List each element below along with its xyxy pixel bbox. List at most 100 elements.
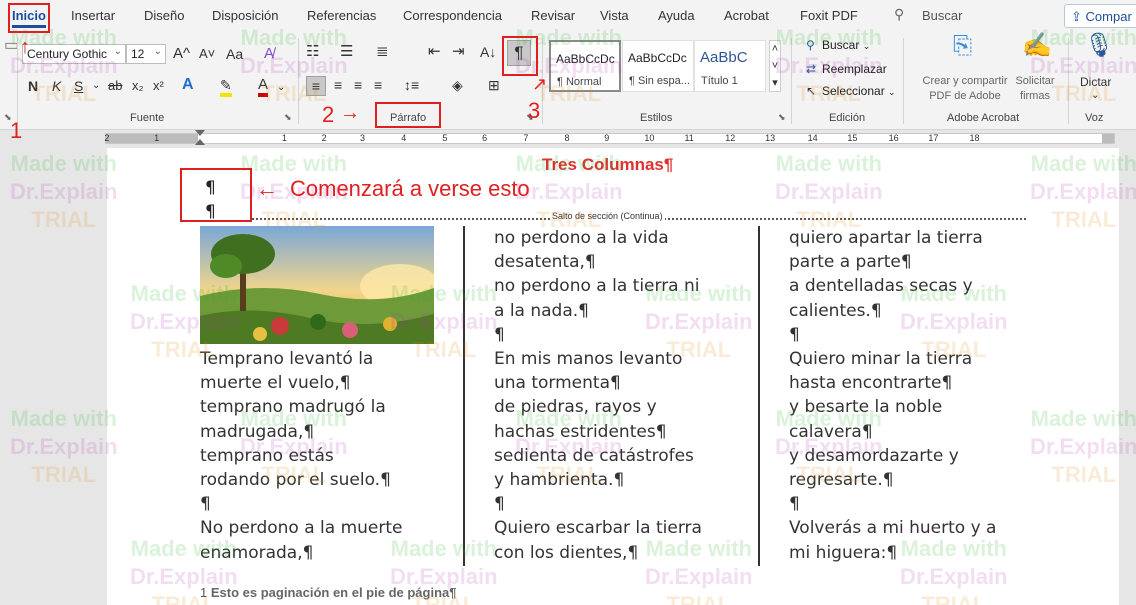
text-line[interactable]: Volverás a mi huerto y a [789, 516, 996, 540]
font-color-button[interactable]: A [258, 77, 269, 97]
text-line[interactable]: enamorada,¶ [200, 541, 403, 565]
styles-launcher-icon[interactable]: ⬊ [778, 112, 786, 123]
text-line[interactable]: y desamordazarte y [789, 444, 996, 468]
grow-font-button[interactable]: A^ [173, 46, 190, 62]
text-line[interactable]: desatenta,¶ [494, 250, 702, 274]
find-button[interactable]: ⚲ Buscar ⌄ [806, 38, 870, 52]
text-line[interactable]: una tormenta¶ [494, 371, 702, 395]
tab-diseno[interactable]: Diseño [144, 8, 184, 23]
shading-icon[interactable]: ◈ [452, 77, 463, 93]
style-heading-1[interactable]: AaBbC Título 1 [694, 40, 766, 92]
change-case-button[interactable]: Aa [226, 46, 243, 62]
dictate-dropdown-icon[interactable]: ⌄ [1091, 88, 1099, 104]
text-line[interactable]: parte a parte¶ [789, 250, 996, 274]
text-line[interactable]: temprano madrugó la [200, 395, 403, 419]
text-line[interactable]: sedienta de catástrofes [494, 444, 702, 468]
tab-disposicion[interactable]: Disposición [212, 8, 278, 23]
text-line[interactable]: de piedras, rayos y [494, 395, 702, 419]
text-line[interactable]: con los dientes,¶ [494, 541, 702, 565]
decrease-indent-icon[interactable]: ⇤ [428, 44, 441, 60]
numbering-icon[interactable]: ☰ [340, 44, 353, 60]
justify-icon[interactable]: ≡ [374, 77, 382, 93]
superscript-button[interactable]: x² [153, 78, 164, 94]
text-line[interactable]: calavera¶ [789, 420, 996, 444]
underline-dropdown-icon[interactable]: ⌄ [92, 78, 100, 94]
clear-format-icon[interactable]: A̸ [264, 46, 274, 62]
select-button[interactable]: ↖ Seleccionar ⌄ [806, 84, 896, 98]
tab-insertar[interactable]: Insertar [71, 8, 115, 23]
text-line[interactable]: No perdono a la muerte [200, 516, 403, 540]
landscape-image[interactable] [200, 226, 434, 344]
style-normal[interactable]: AaBbCcDc ¶ Normal [549, 40, 621, 92]
search-box[interactable]: ⚲ Buscar [894, 6, 1044, 26]
text-line[interactable]: En mis manos levanto [494, 347, 702, 371]
font-name-select[interactable]: Century Gothic ⌄ [22, 44, 126, 64]
text-line[interactable]: ¶ [494, 323, 702, 347]
text-line[interactable]: hasta encontrarte¶ [789, 371, 996, 395]
text-line[interactable]: ¶ [789, 492, 996, 516]
document-title[interactable]: Tres Columnas¶ [542, 155, 673, 175]
text-line[interactable]: a la nada.¶ [494, 299, 702, 323]
italic-button[interactable]: K [52, 78, 61, 94]
text-line[interactable]: no perdono a la vida [494, 226, 702, 250]
microphone-icon[interactable]: 🎙 [1084, 34, 1114, 58]
text-line[interactable]: y hambrienta.¶ [494, 468, 702, 492]
text-line[interactable]: temprano estás [200, 444, 403, 468]
share-button[interactable]: ⇪ Compar [1064, 4, 1136, 28]
horizontal-ruler[interactable]: 2 1 1 2 3 4 5 6 7 8 9 10 11 12 13 14 15 16 17 18 [0, 130, 1136, 146]
text-line[interactable]: rodando por el suelo.¶ [200, 468, 403, 492]
tab-revisar[interactable]: Revisar [531, 8, 575, 23]
text-column-2[interactable]: no perdono a la vida desatenta,¶ no perdo… [494, 226, 702, 565]
shrink-font-button[interactable]: A˅ [199, 46, 215, 62]
styles-scroll-icon[interactable]: ˄ ˅ ▾ [769, 40, 781, 92]
text-line[interactable]: y besarte la noble [789, 395, 996, 419]
page-footer[interactable]: 1 Esto es paginación en el pie de página… [200, 585, 456, 600]
underline-button[interactable]: S [74, 78, 83, 94]
tab-vista[interactable]: Vista [600, 8, 629, 23]
text-line[interactable]: ¶ [789, 323, 996, 347]
text-line[interactable]: ¶ [200, 492, 403, 516]
text-effects-button[interactable]: A [182, 77, 194, 93]
create-pdf-icon[interactable]: ⎘ [953, 34, 972, 58]
text-line[interactable]: quiero apartar la tierra [789, 226, 996, 250]
text-line[interactable]: a dentelladas secas y [789, 274, 996, 298]
sort-icon[interactable]: A↓ [480, 44, 496, 60]
text-line[interactable]: calientes.¶ [789, 299, 996, 323]
text-line[interactable]: hachas estridentes¶ [494, 420, 702, 444]
create-share-pdf-button[interactable]: Crear y compartir PDF de Adobe [915, 74, 1015, 104]
tab-acrobat[interactable]: Acrobat [724, 8, 769, 23]
font-launcher-icon[interactable]: ⬊ [284, 112, 292, 123]
text-column-3[interactable]: quiero apartar la tierra parte a parte¶ a… [789, 226, 996, 565]
text-column-1[interactable]: Temprano levantó la muerte el vuelo,¶ tem… [200, 347, 403, 565]
bold-button[interactable]: N [28, 78, 38, 94]
text-line[interactable]: madrugada,¶ [200, 420, 403, 444]
text-line[interactable]: Quiero escarbar la tierra [494, 516, 702, 540]
text-line[interactable]: ¶ [494, 492, 702, 516]
font-size-select[interactable]: 12 ⌄ [126, 44, 166, 64]
strikethrough-button[interactable]: ab [108, 78, 122, 94]
tab-foxit-pdf[interactable]: Foxit PDF [800, 8, 858, 23]
font-color-dropdown-icon[interactable]: ⌄ [277, 80, 285, 96]
text-line[interactable]: regresarte.¶ [789, 468, 996, 492]
highlight-button[interactable]: ✎ [220, 77, 232, 97]
align-center-icon[interactable]: ≡ [334, 77, 342, 93]
first-line-indent-marker[interactable] [195, 130, 205, 136]
request-signatures-button[interactable]: Solicitar firmas [1008, 74, 1062, 104]
increase-indent-icon[interactable]: ⇥ [452, 44, 465, 60]
align-left-icon[interactable]: ≡ [306, 76, 326, 96]
borders-icon[interactable]: ⊞ [488, 77, 500, 93]
text-line[interactable]: Quiero minar la tierra [789, 347, 996, 371]
replace-button[interactable]: ⇄ Reemplazar [806, 62, 887, 76]
tab-correspondencia[interactable]: Correspondencia [403, 8, 502, 23]
bullets-icon[interactable]: ☷ [306, 44, 319, 60]
text-line[interactable]: no perdono a la tierra ni [494, 274, 702, 298]
multilevel-list-icon[interactable]: ≣ [376, 44, 389, 60]
subscript-button[interactable]: x₂ [132, 78, 144, 94]
line-spacing-icon[interactable]: ↕≡ [404, 77, 419, 93]
align-right-icon[interactable]: ≡ [354, 77, 362, 93]
style-no-spacing[interactable]: AaBbCcDc ¶ Sin espa... [622, 40, 694, 92]
text-line[interactable]: Temprano levantó la [200, 347, 403, 371]
tab-referencias[interactable]: Referencias [307, 8, 376, 23]
text-line[interactable]: muerte el vuelo,¶ [200, 371, 403, 395]
tab-ayuda[interactable]: Ayuda [658, 8, 695, 23]
